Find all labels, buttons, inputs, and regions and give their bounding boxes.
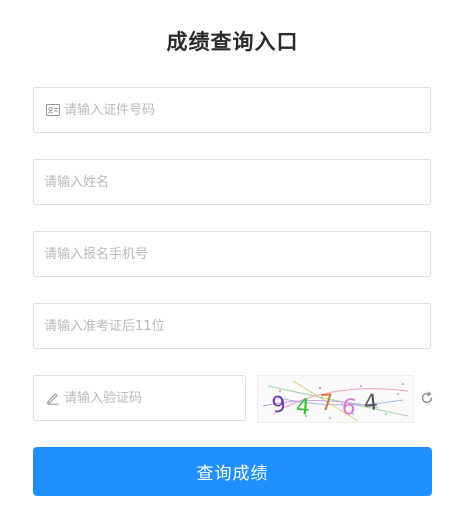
refresh-captcha-button[interactable]: [418, 390, 436, 408]
captcha-char-1: 9: [270, 392, 287, 419]
captcha-char-4: 6: [340, 394, 358, 421]
name-field[interactable]: [33, 159, 431, 205]
id-card-icon: [46, 103, 60, 117]
captcha-image[interactable]: 9 4 7 6 4: [257, 375, 414, 423]
ticket-field[interactable]: [33, 303, 431, 349]
captcha-field[interactable]: [33, 375, 246, 421]
refresh-icon: [420, 390, 434, 409]
captcha-char-3: 7: [319, 390, 335, 416]
phone-field[interactable]: [33, 231, 431, 277]
id-number-field[interactable]: [33, 87, 431, 133]
captcha-char-5: 4: [363, 390, 380, 416]
ticket-input[interactable]: [34, 304, 430, 348]
query-score-button[interactable]: 查询成绩: [33, 447, 432, 496]
captcha-char-2: 4: [295, 395, 311, 421]
id-number-input[interactable]: [60, 88, 430, 132]
phone-input[interactable]: [34, 232, 430, 276]
name-input[interactable]: [34, 160, 430, 204]
page-title: 成绩查询入口: [166, 30, 299, 54]
captcha-input[interactable]: [60, 376, 245, 420]
pencil-icon: [46, 391, 60, 405]
